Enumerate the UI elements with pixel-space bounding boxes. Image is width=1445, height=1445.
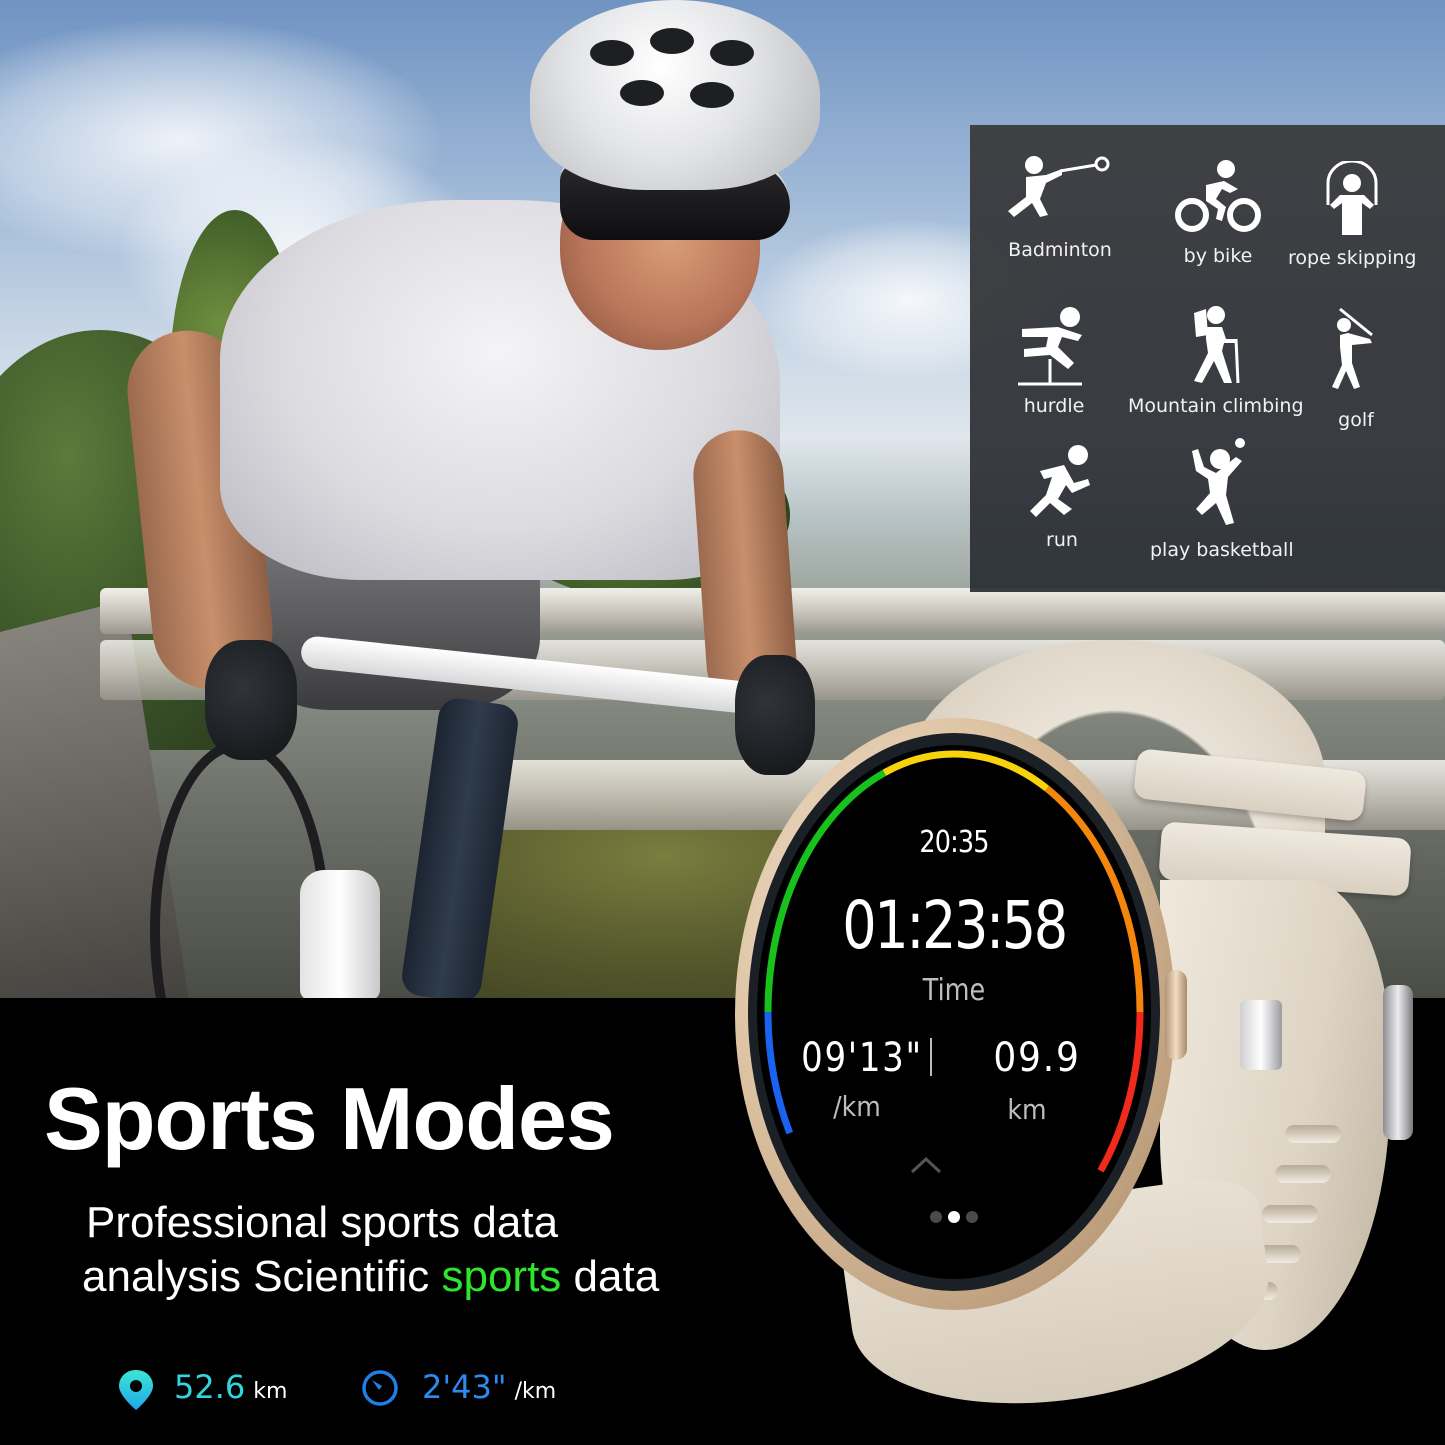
glove [205, 640, 297, 760]
subtitle-highlight: sports [441, 1252, 562, 1301]
sport-mode-golf: golf [1332, 307, 1380, 431]
strap-buckle-pin [1383, 985, 1413, 1140]
cyclist-helmet [530, 0, 820, 190]
chevron-up-icon[interactable] [909, 1155, 943, 1175]
page-dot[interactable] [966, 1211, 978, 1223]
watch-screen: 20:35 01:23:58 Time 09'13" 09.9 /km km [757, 745, 1151, 1279]
water-bottle [300, 870, 380, 998]
workout-timer: 01:23:58 [842, 887, 1068, 964]
subtitle-line-2: analysis Scientific sports data [82, 1252, 659, 1302]
pace-unit: /km [514, 1379, 557, 1404]
timer-label: Time [922, 973, 986, 1008]
watch-side-button[interactable] [1165, 970, 1187, 1060]
watch-clock: 20:35 [919, 825, 989, 860]
watch-distance-value: 09.9 [993, 1035, 1081, 1081]
speedometer-icon [362, 1370, 398, 1406]
page-dot[interactable] [948, 1211, 960, 1223]
watch-distance-unit: km [1007, 1093, 1047, 1126]
watch-pace-unit: /km [833, 1090, 881, 1123]
helmet-vent [650, 28, 694, 54]
sport-mode-label: by bike [1183, 245, 1253, 267]
helmet-vent [590, 40, 634, 66]
pace-value: 2'43" [422, 1368, 507, 1406]
hurdle-icon [1018, 307, 1082, 386]
hiking-icon [1193, 306, 1240, 384]
page-title: Sports Modes [44, 1069, 615, 1168]
sport-mode-label: play basketball [1150, 539, 1294, 561]
sport-mode-hurdle: hurdle [1018, 305, 1090, 417]
sport-mode-mountain-climbing: Mountain climbing [1128, 305, 1304, 417]
distance-stat: 52.6 km [116, 1368, 287, 1412]
distance-value: 52.6 [174, 1368, 246, 1406]
sport-mode-badminton: Badminton [1000, 153, 1120, 261]
page-dot[interactable] [930, 1211, 942, 1223]
ring-segment-blue [764, 1011, 794, 1135]
sport-mode-label: rope skipping [1288, 247, 1417, 269]
strap-buckle [1240, 1000, 1282, 1070]
sport-mode-label: golf [1338, 409, 1374, 431]
badminton-icon [1008, 156, 1110, 217]
strap-hole [1275, 1165, 1331, 1183]
golf-icon [1332, 307, 1373, 389]
sport-mode-cycling: by bike [1170, 159, 1266, 267]
page-indicator[interactable] [757, 1211, 1151, 1223]
helmet-vent [710, 40, 754, 66]
location-pin-icon [119, 1370, 153, 1410]
sport-mode-label: hurdle [1023, 395, 1085, 417]
sport-mode-label: run [1046, 529, 1078, 551]
watch-pace-value: 09'13" [801, 1035, 923, 1081]
sport-mode-label: Badminton [1008, 239, 1112, 261]
subtitle-text: data [561, 1252, 660, 1301]
helmet-vent [620, 80, 664, 106]
subtitle-text: analysis Scientific [82, 1252, 442, 1301]
rope-skipping-icon [1326, 161, 1378, 235]
sport-mode-label: Mountain climbing [1128, 395, 1304, 417]
subtitle-line-1: Professional sports data [86, 1198, 559, 1247]
sport-mode-basketball: play basketball [1150, 437, 1294, 561]
running-icon [1030, 445, 1090, 517]
stat-divider [930, 1038, 932, 1076]
strap-hole [1262, 1205, 1318, 1223]
sport-mode-run: run [1026, 443, 1098, 551]
cycling-icon [1175, 160, 1261, 232]
helmet-vent [690, 82, 734, 108]
ring-segment-yellow [882, 750, 1050, 792]
sport-mode-rope-skipping: rope skipping [1288, 161, 1417, 269]
sports-modes-panel: Badminton by bike rope skipping hurdle M… [970, 125, 1445, 592]
pace-stat: 2'43" /km [360, 1368, 556, 1408]
ball-player-icon [1191, 438, 1245, 525]
strap-hole [1285, 1125, 1341, 1143]
distance-unit: km [253, 1379, 288, 1404]
